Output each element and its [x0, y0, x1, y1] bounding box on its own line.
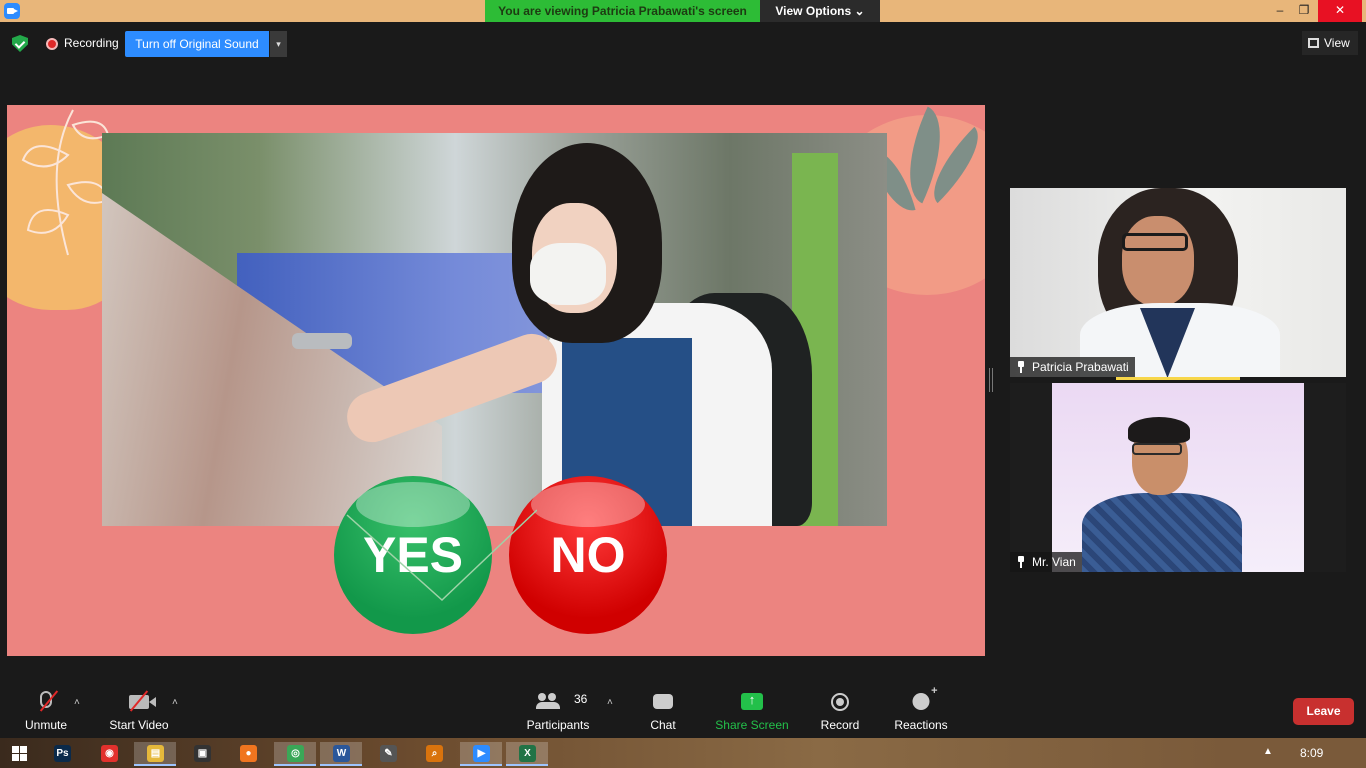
pen-tool-icon: ✎ [380, 745, 397, 762]
participant-count: 36 [574, 692, 588, 706]
leave-button[interactable]: Leave [1293, 698, 1354, 725]
share-screen-icon [741, 692, 763, 710]
file-explorer-icon: ▤ [147, 745, 164, 762]
start-video-label: Start Video [109, 718, 169, 732]
photoshop-icon: Ps [54, 745, 71, 762]
annotation-checkmark [346, 509, 537, 602]
chat-button[interactable]: Chat [640, 688, 686, 738]
record-label: Record [820, 718, 860, 732]
handwashing-photo [102, 133, 887, 526]
view-options-label: View Options [775, 4, 852, 18]
video-camera-off-icon [129, 690, 156, 712]
firefox-icon: ● [240, 745, 257, 762]
zoom-meeting-window: You are viewing Patricia Prabawati's scr… [0, 0, 1366, 768]
chrome-icon: ◎ [287, 745, 304, 762]
taskbar-file-explorer-button[interactable]: ▤ [134, 742, 176, 766]
no-label: NO [550, 527, 626, 583]
taskbar-word-button[interactable]: W [320, 742, 362, 766]
start-video-button[interactable]: Start Video [103, 688, 175, 738]
participants-label: Participants [526, 718, 590, 732]
active-speaker-indicator [1116, 377, 1240, 380]
unmute-label: Unmute [24, 718, 68, 732]
participant-name: Patricia Prabawati [1032, 360, 1129, 374]
participants-icon [535, 693, 560, 709]
taskbar-firefox-button[interactable]: ● [227, 742, 269, 766]
participant-name-tag: Patricia Prabawati [1010, 357, 1135, 377]
leaf-outline-decoration [21, 109, 110, 256]
taskbar-pen-tool-button[interactable]: ✎ [367, 742, 409, 766]
chat-label: Chat [650, 718, 676, 732]
taskbar-excel-button[interactable]: X [506, 742, 548, 766]
search-icon: ⌕ [426, 745, 443, 762]
zoom-logo-icon [4, 3, 20, 19]
taskbar-media-player-button[interactable]: ▣ [181, 742, 223, 766]
gallery-grid-icon [1308, 38, 1319, 48]
media-player-icon: ▣ [194, 745, 211, 762]
taskbar-search-button[interactable]: ⌕ [413, 742, 455, 766]
windows-start-icon[interactable] [12, 746, 27, 761]
participant-name: Mr. Vian [1032, 555, 1076, 569]
original-sound-button[interactable]: Turn off Original Sound [125, 31, 269, 57]
record-button[interactable]: Record [815, 688, 865, 738]
view-options-button[interactable]: View Options ⌄ [760, 0, 880, 22]
screen-recorder-icon: ◉ [101, 745, 118, 762]
view-button[interactable]: View [1302, 31, 1358, 55]
pin-icon [1016, 556, 1026, 568]
zoom-icon: ▶ [473, 745, 490, 762]
shared-screen: YES NO [7, 105, 985, 656]
video-options-caret[interactable]: ˄ [172, 697, 178, 708]
original-sound-dropdown[interactable]: ▾ [270, 31, 287, 57]
unmute-button[interactable]: Unmute [18, 688, 74, 738]
microphone-muted-icon [39, 690, 59, 712]
participants-options-caret[interactable]: ˄ [607, 697, 613, 708]
encryption-shield-icon[interactable] [12, 35, 28, 52]
recording-dot-icon [46, 38, 58, 50]
chat-bubble-icon [653, 694, 673, 709]
restore-button[interactable]: ❐ [1290, 0, 1318, 22]
participant-video-tile[interactable]: Patricia Prabawati [1010, 188, 1346, 377]
tray-expand-icon[interactable]: ▲ [1263, 746, 1273, 757]
reactions-button[interactable]: Reactions [892, 685, 950, 738]
taskbar-screen-recorder-button[interactable]: ◉ [88, 742, 130, 766]
share-screen-label: Share Screen [715, 718, 789, 732]
participant-video-tile[interactable]: Mr. Vian [1010, 383, 1346, 572]
title-bar: You are viewing Patricia Prabawati's scr… [0, 0, 1366, 22]
participant-name-tag: Mr. Vian [1010, 552, 1082, 572]
record-icon [831, 693, 849, 711]
reactions-label: Reactions [894, 718, 948, 732]
share-screen-button[interactable]: Share Screen [712, 688, 792, 738]
taskbar-photoshop-button[interactable]: Ps [41, 742, 83, 766]
taskbar-clock[interactable]: 8:09 [1300, 746, 1323, 760]
viewing-screen-banner: You are viewing Patricia Prabawati's scr… [485, 0, 760, 22]
taskbar-chrome-button[interactable]: ◎ [274, 742, 316, 766]
excel-icon: X [519, 745, 536, 762]
word-icon: W [333, 745, 350, 762]
audio-options-caret[interactable]: ˄ [74, 697, 80, 708]
recording-label[interactable]: Recording [64, 36, 119, 50]
view-label: View [1324, 36, 1350, 50]
chevron-down-icon: ⌄ [854, 4, 865, 18]
smiley-reaction-icon [912, 685, 938, 710]
taskbar-zoom-button[interactable]: ▶ [460, 742, 502, 766]
pin-icon [1016, 361, 1026, 373]
close-window-button[interactable]: ✕ [1318, 0, 1362, 22]
panel-resize-handle[interactable] [989, 368, 993, 392]
